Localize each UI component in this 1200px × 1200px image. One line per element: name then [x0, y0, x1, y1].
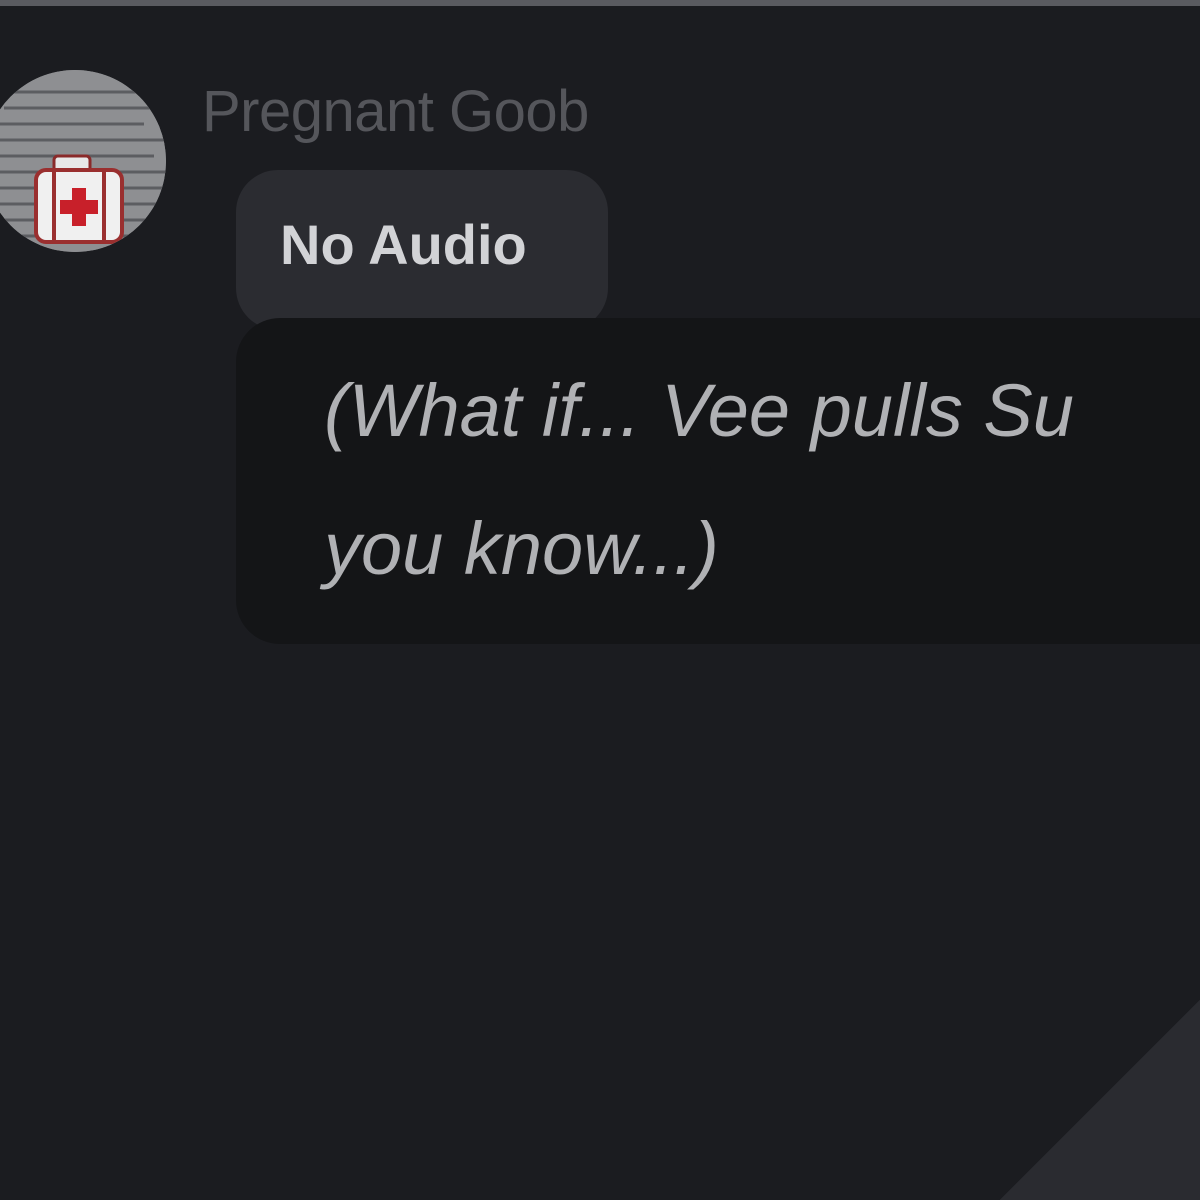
message-author[interactable]: Pregnant Goob [202, 78, 589, 145]
message-tag-label: No Audio [280, 213, 527, 276]
message-line-1: (What if... Vee pulls Su [324, 369, 1074, 452]
corner-shading [1000, 1000, 1200, 1200]
avatar[interactable] [0, 70, 166, 252]
message-line-2: you know...) [324, 507, 719, 590]
medical-kit-icon [0, 70, 166, 252]
top-divider [0, 0, 1200, 6]
chat-viewport: Pregnant Goob No Audio (What if... Vee p… [0, 0, 1200, 1200]
message-text: (What if... Vee pulls Su you know...) [324, 342, 1200, 618]
